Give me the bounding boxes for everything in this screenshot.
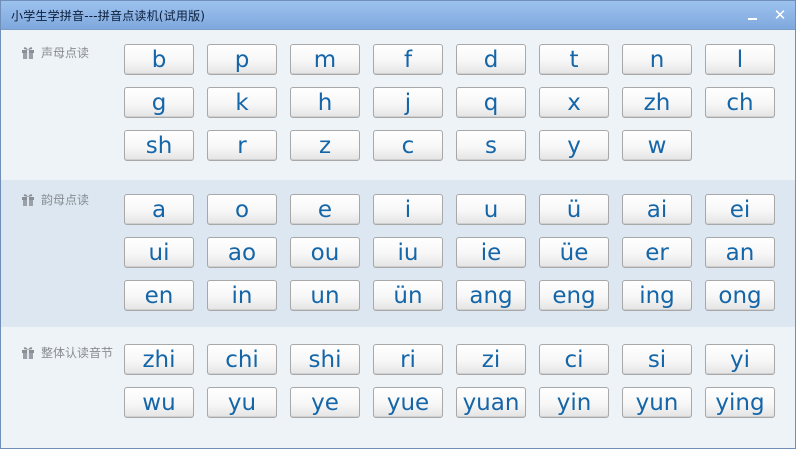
pinyin-key-finals-0[interactable]: a [124, 194, 194, 225]
pinyin-key-whole-6[interactable]: si [622, 344, 692, 375]
gift-icon [22, 347, 34, 359]
pinyin-key-whole-2[interactable]: shi [290, 344, 360, 375]
pinyin-key-whole-9[interactable]: yu [207, 387, 277, 418]
pinyin-key-initials-0[interactable]: b [124, 44, 194, 75]
pinyin-key-initials-10[interactable]: h [290, 87, 360, 118]
pinyin-key-finals-5[interactable]: ü [539, 194, 609, 225]
pinyin-key-initials-16[interactable]: sh [124, 130, 194, 161]
pinyin-key-finals-1[interactable]: o [207, 194, 277, 225]
pinyin-key-finals-7[interactable]: ei [705, 194, 775, 225]
finals-section: 韵母点读 a o e i u ü ai ei ui ao ou iu ie üe er an en in un ün a… [1, 180, 795, 327]
pinyin-key-finals-6[interactable]: ai [622, 194, 692, 225]
finals-section-label: 韵母点读 [21, 191, 89, 208]
pinyin-key-whole-8[interactable]: wu [124, 387, 194, 418]
pinyin-key-finals-13[interactable]: üe [539, 237, 609, 268]
pinyin-key-finals-23[interactable]: ong [705, 280, 775, 311]
pinyin-key-initials-8[interactable]: g [124, 87, 194, 118]
pinyin-key-initials-17[interactable]: r [207, 130, 277, 161]
pinyin-key-initials-2[interactable]: m [290, 44, 360, 75]
pinyin-key-initials-4[interactable]: d [456, 44, 526, 75]
pinyin-key-finals-4[interactable]: u [456, 194, 526, 225]
pinyin-key-finals-18[interactable]: un [290, 280, 360, 311]
pinyin-key-whole-15[interactable]: ying [705, 387, 775, 418]
pinyin-key-finals-10[interactable]: ou [290, 237, 360, 268]
pinyin-key-initials-15[interactable]: ch [705, 87, 775, 118]
pinyin-key-whole-3[interactable]: ri [373, 344, 443, 375]
pinyin-key-finals-22[interactable]: ing [622, 280, 692, 311]
gift-icon [22, 47, 34, 59]
initials-section: 声母点读 b p m f d t n l g k h j q x zh ch sh r z c s y w [1, 30, 795, 180]
pinyin-key-initials-14[interactable]: zh [622, 87, 692, 118]
pinyin-key-finals-11[interactable]: iu [373, 237, 443, 268]
pinyin-key-whole-13[interactable]: yin [539, 387, 609, 418]
pinyin-key-finals-3[interactable]: i [373, 194, 443, 225]
gift-icon [22, 194, 34, 206]
initials-section-label: 声母点读 [21, 44, 89, 61]
pinyin-key-finals-15[interactable]: an [705, 237, 775, 268]
pinyin-key-whole-14[interactable]: yun [622, 387, 692, 418]
pinyin-key-initials-11[interactable]: j [373, 87, 443, 118]
pinyin-key-whole-0[interactable]: zhi [124, 344, 194, 375]
pinyin-key-whole-12[interactable]: yuan [456, 387, 526, 418]
pinyin-key-whole-7[interactable]: yi [705, 344, 775, 375]
whole-section-label: 整体认读音节 [21, 344, 113, 361]
pinyin-key-finals-16[interactable]: en [124, 280, 194, 311]
initials-label-text: 声母点读 [41, 46, 90, 60]
pinyin-key-initials-18[interactable]: z [290, 130, 360, 161]
pinyin-key-initials-6[interactable]: n [622, 44, 692, 75]
whole-syllables-section: 整体认读音节 zhi chi shi ri zi ci si yi wu yu ye yue yuan y… [1, 327, 795, 448]
pinyin-key-initials-19[interactable]: c [373, 130, 443, 161]
close-button[interactable]: ✕ [772, 7, 788, 23]
pinyin-key-initials-21[interactable]: y [539, 130, 609, 161]
pinyin-key-finals-17[interactable]: in [207, 280, 277, 311]
whole-label-text: 整体认读音节 [41, 346, 114, 360]
pinyin-key-whole-4[interactable]: zi [456, 344, 526, 375]
finals-label-text: 韵母点读 [41, 193, 90, 207]
pinyin-key-initials-20[interactable]: s [456, 130, 526, 161]
pinyin-key-finals-20[interactable]: ang [456, 280, 526, 311]
pinyin-key-finals-9[interactable]: ao [207, 237, 277, 268]
pinyin-key-initials-3[interactable]: f [373, 44, 443, 75]
pinyin-key-initials-12[interactable]: q [456, 87, 526, 118]
pinyin-key-initials-7[interactable]: l [705, 44, 775, 75]
app-window: 小学生学拼音---拼音点读机(试用版) ✕ 声母点读 bpmfdtnl gkhjq… [0, 0, 796, 449]
pinyin-key-initials-22[interactable]: w [622, 130, 692, 161]
pinyin-key-whole-5[interactable]: ci [539, 344, 609, 375]
pinyin-key-initials-1[interactable]: p [207, 44, 277, 75]
minimize-button[interactable] [745, 7, 761, 23]
pinyin-key-whole-11[interactable]: yue [373, 387, 443, 418]
window-title: 小学生学拼音---拼音点读机(试用版) [11, 9, 206, 23]
pinyin-key-finals-14[interactable]: er [622, 237, 692, 268]
pinyin-key-finals-8[interactable]: ui [124, 237, 194, 268]
pinyin-key-finals-21[interactable]: eng [539, 280, 609, 311]
title-bar[interactable]: 小学生学拼音---拼音点读机(试用版) ✕ [1, 1, 795, 30]
pinyin-key-initials-9[interactable]: k [207, 87, 277, 118]
pinyin-key-finals-19[interactable]: ün [373, 280, 443, 311]
pinyin-key-finals-2[interactable]: e [290, 194, 360, 225]
pinyin-key-initials-5[interactable]: t [539, 44, 609, 75]
pinyin-key-whole-10[interactable]: ye [290, 387, 360, 418]
pinyin-key-whole-1[interactable]: chi [207, 344, 277, 375]
pinyin-key-finals-12[interactable]: ie [456, 237, 526, 268]
pinyin-key-initials-13[interactable]: x [539, 87, 609, 118]
minimize-icon [748, 18, 757, 20]
